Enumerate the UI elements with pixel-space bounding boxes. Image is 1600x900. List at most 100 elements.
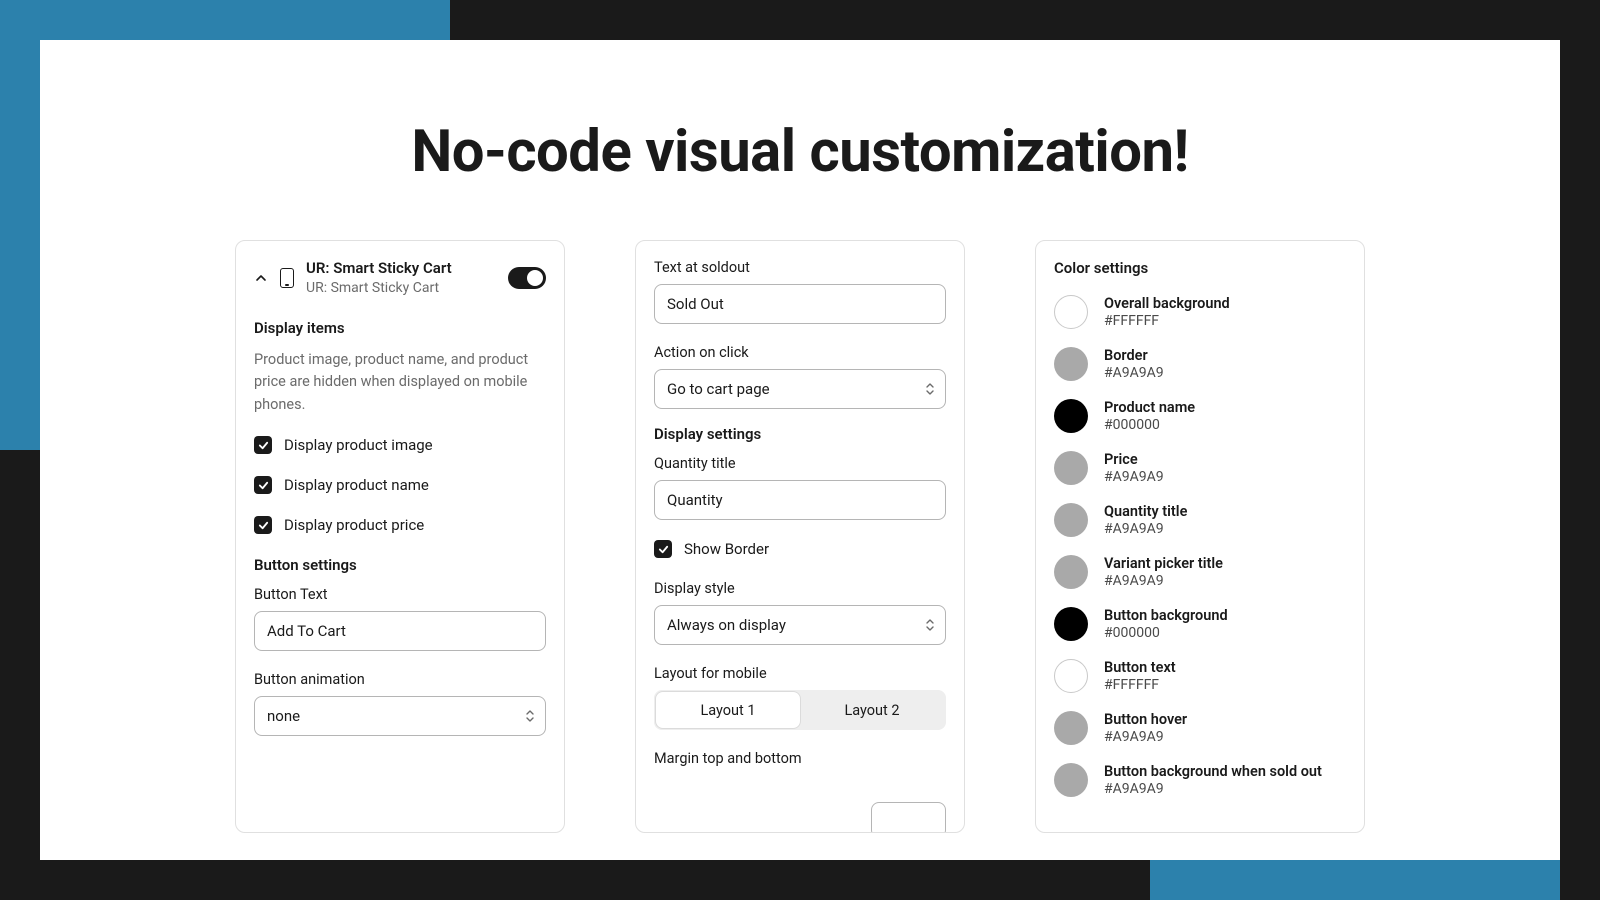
button-settings-heading: Button settings (254, 556, 546, 574)
layout-1-button[interactable]: Layout 1 (656, 692, 800, 728)
color-text: Quantity title#A9A9A9 (1104, 503, 1187, 537)
color-name: Variant picker title (1104, 555, 1223, 572)
color-name: Quantity title (1104, 503, 1187, 520)
app-title: UR: Smart Sticky Cart (306, 259, 496, 279)
color-name: Product name (1104, 399, 1195, 416)
color-row: Product name#000000 (1054, 399, 1346, 433)
color-hex: #000000 (1104, 625, 1228, 641)
color-hex: #A9A9A9 (1104, 729, 1187, 745)
bg-dark-top (450, 0, 1600, 40)
color-name: Button text (1104, 659, 1176, 676)
color-swatch[interactable] (1054, 295, 1088, 329)
layout-mobile-label: Layout for mobile (654, 665, 946, 682)
panels-row: UR: Smart Sticky Cart UR: Smart Sticky C… (40, 240, 1560, 833)
action-on-click-select[interactable]: Go to cart page (654, 369, 946, 409)
color-text: Overall background#FFFFFF (1104, 295, 1230, 329)
display-items-heading: Display items (254, 319, 546, 337)
panel-color-settings: Color settings Overall background#FFFFFF… (1035, 240, 1365, 833)
display-style-select[interactable]: Always on display (654, 605, 946, 645)
quantity-title-input[interactable] (654, 480, 946, 520)
color-swatch[interactable] (1054, 555, 1088, 589)
color-hex: #FFFFFF (1104, 313, 1230, 329)
checkbox-label: Display product image (284, 436, 433, 454)
margin-label: Margin top and bottom (654, 750, 946, 767)
bg-dark-left-lower (0, 450, 40, 900)
color-text: Button text#FFFFFF (1104, 659, 1176, 693)
button-text-input[interactable] (254, 611, 546, 651)
color-row: Quantity title#A9A9A9 (1054, 503, 1346, 537)
color-row: Border#A9A9A9 (1054, 347, 1346, 381)
color-name: Overall background (1104, 295, 1230, 312)
color-row: Button background when sold out#A9A9A9 (1054, 763, 1346, 797)
seg-label: Layout 2 (844, 702, 899, 719)
color-hex: #A9A9A9 (1104, 469, 1164, 485)
checkmark-icon (654, 540, 672, 558)
display-settings-heading: Display settings (654, 425, 946, 443)
action-on-click-label: Action on click (654, 344, 946, 361)
color-swatch[interactable] (1054, 763, 1088, 797)
color-swatch[interactable] (1054, 607, 1088, 641)
color-hex: #A9A9A9 (1104, 781, 1322, 797)
checkbox-display-price[interactable]: Display product price (254, 516, 546, 534)
color-name: Button hover (1104, 711, 1187, 728)
button-animation-select[interactable]: none (254, 696, 546, 736)
color-row: Button hover#A9A9A9 (1054, 711, 1346, 745)
panel-display-items: UR: Smart Sticky Cart UR: Smart Sticky C… (235, 240, 565, 833)
checkbox-show-border[interactable]: Show Border (654, 540, 946, 558)
color-swatch[interactable] (1054, 347, 1088, 381)
color-settings-heading: Color settings (1054, 259, 1346, 277)
color-hex: #000000 (1104, 417, 1195, 433)
color-name: Button background (1104, 607, 1228, 624)
soldout-text-input[interactable] (654, 284, 946, 324)
layout-2-button[interactable]: Layout 2 (800, 692, 944, 728)
bg-dark-bottom (0, 860, 1150, 900)
color-text: Button hover#A9A9A9 (1104, 711, 1187, 745)
quantity-title-label: Quantity title (654, 455, 946, 472)
color-hex: #A9A9A9 (1104, 521, 1187, 537)
color-swatch[interactable] (1054, 503, 1088, 537)
app-subtitle: UR: Smart Sticky Cart (306, 279, 496, 297)
checkmark-icon (254, 476, 272, 494)
color-row: Variant picker title#A9A9A9 (1054, 555, 1346, 589)
color-text: Border#A9A9A9 (1104, 347, 1164, 381)
color-swatch[interactable] (1054, 659, 1088, 693)
checkmark-icon (254, 516, 272, 534)
seg-label: Layout 1 (700, 702, 755, 719)
color-hex: #A9A9A9 (1104, 573, 1223, 589)
color-text: Product name#000000 (1104, 399, 1195, 433)
checkbox-label: Display product name (284, 476, 429, 494)
color-text: Variant picker title#A9A9A9 (1104, 555, 1223, 589)
color-name: Button background when sold out (1104, 763, 1322, 780)
page-title: No-code visual customization! (40, 118, 1560, 186)
layout-segmented-control: Layout 1 Layout 2 (654, 690, 946, 730)
color-text: Price#A9A9A9 (1104, 451, 1164, 485)
color-swatch[interactable] (1054, 399, 1088, 433)
display-items-help: Product image, product name, and product… (254, 349, 546, 416)
color-swatch[interactable] (1054, 711, 1088, 745)
checkbox-display-image[interactable]: Display product image (254, 436, 546, 454)
color-row: Button text#FFFFFF (1054, 659, 1346, 693)
color-row: Overall background#FFFFFF (1054, 295, 1346, 329)
chevron-up-icon[interactable] (254, 271, 268, 285)
checkmark-icon (254, 436, 272, 454)
main-card: No-code visual customization! UR: Smart … (40, 40, 1560, 860)
color-name: Border (1104, 347, 1164, 364)
display-style-label: Display style (654, 580, 946, 597)
color-hex: #FFFFFF (1104, 677, 1176, 693)
color-row: Price#A9A9A9 (1054, 451, 1346, 485)
soldout-text-label: Text at soldout (654, 259, 946, 276)
color-row: Button background#000000 (1054, 607, 1346, 641)
panel-header: UR: Smart Sticky Cart UR: Smart Sticky C… (254, 259, 546, 297)
bg-dark-right (1560, 0, 1600, 900)
color-swatch[interactable] (1054, 451, 1088, 485)
select-value: Go to cart page (667, 380, 770, 398)
checkbox-display-name[interactable]: Display product name (254, 476, 546, 494)
color-name: Price (1104, 451, 1164, 468)
button-animation-label: Button animation (254, 671, 546, 688)
mobile-icon (280, 268, 294, 288)
panel-actions: Text at soldout Action on click Go to ca… (635, 240, 965, 833)
color-text: Button background#000000 (1104, 607, 1228, 641)
margin-number-input[interactable] (871, 802, 946, 833)
checkbox-label: Display product price (284, 516, 424, 534)
enable-toggle[interactable] (508, 267, 546, 289)
